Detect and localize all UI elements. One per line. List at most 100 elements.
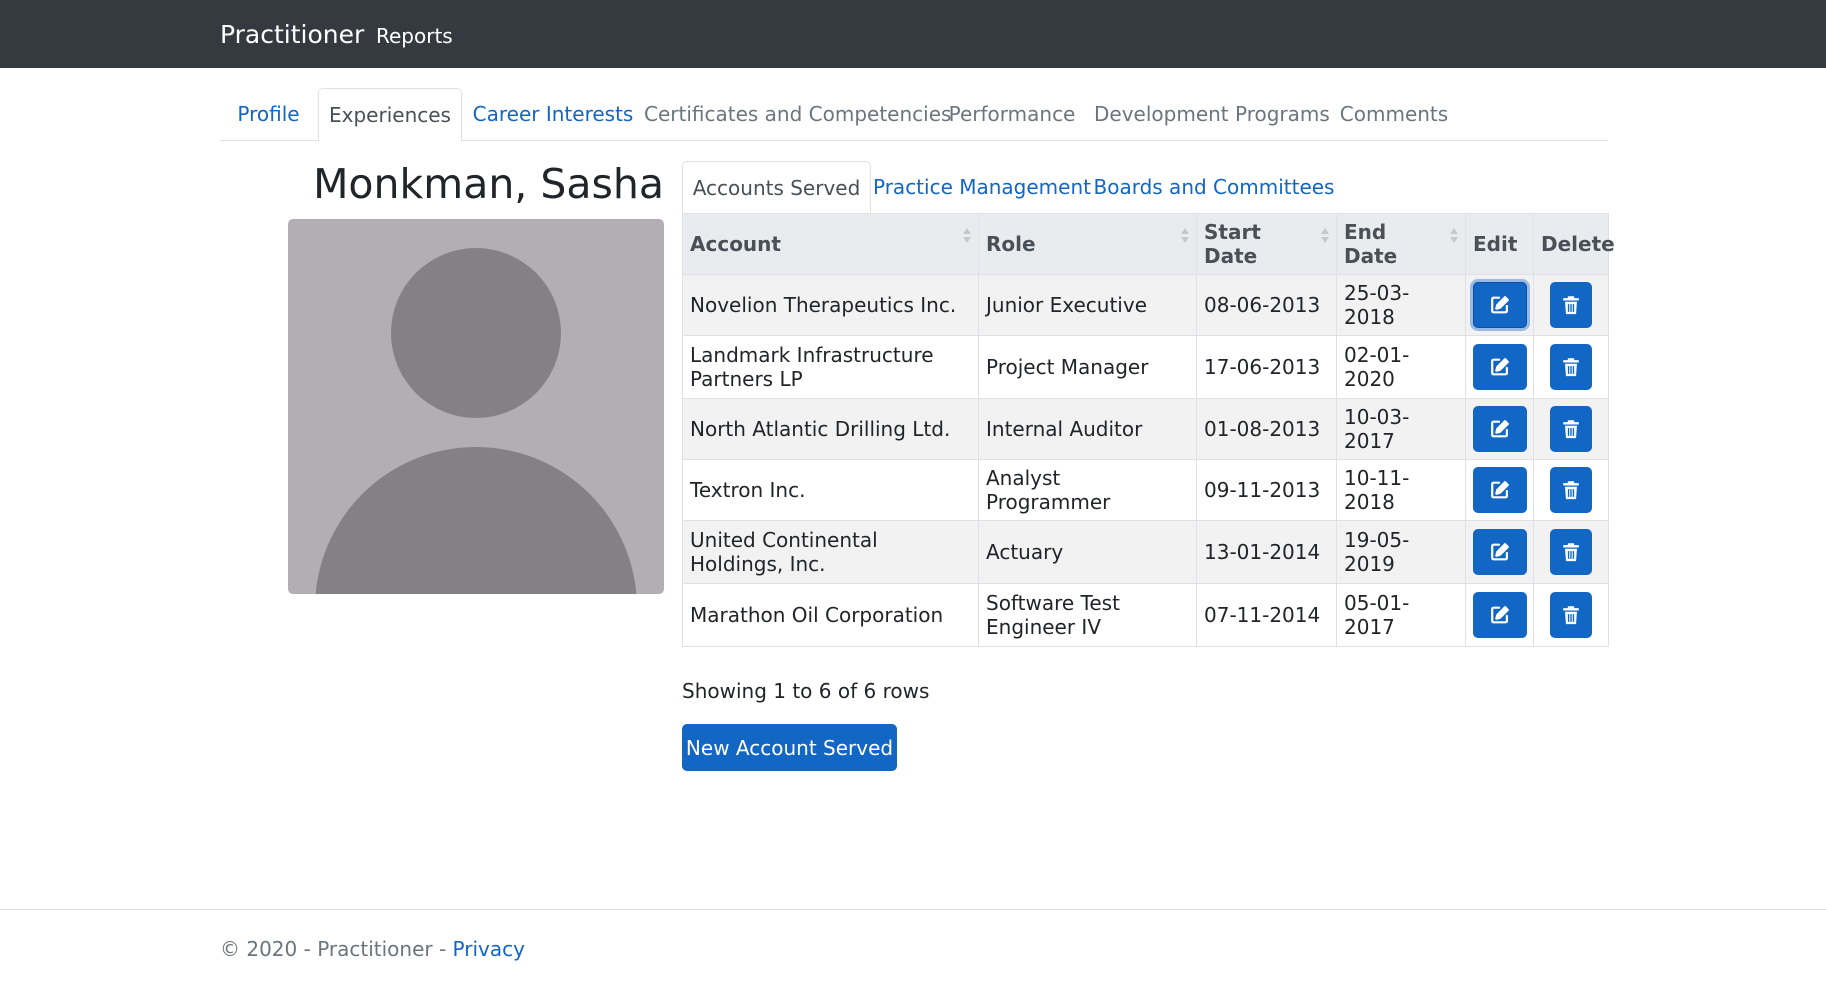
navbar-brand[interactable]: Practitioner bbox=[220, 20, 364, 49]
tab-performance[interactable]: Performance bbox=[942, 88, 1082, 141]
cell-delete bbox=[1533, 459, 1609, 521]
table-row: North Atlantic Drilling Ltd. Internal Aud… bbox=[682, 398, 1609, 460]
subtab-boards-and-committees[interactable]: Boards and Committees bbox=[1093, 161, 1335, 213]
cell-start-date: 01-08-2013 bbox=[1196, 398, 1337, 460]
cell-role: Internal Auditor bbox=[978, 398, 1197, 460]
cell-role: Junior Executive bbox=[978, 274, 1197, 336]
cell-edit bbox=[1465, 520, 1534, 584]
sort-icon bbox=[963, 228, 971, 244]
delete-button[interactable] bbox=[1550, 592, 1592, 638]
person-name-heading: Monkman, Sasha bbox=[313, 160, 664, 208]
cell-delete bbox=[1533, 398, 1609, 460]
cell-end-date: 25-03-2018 bbox=[1336, 274, 1466, 336]
avatar-body-shape bbox=[315, 447, 637, 594]
table-row: Novelion Therapeutics Inc. Junior Executi… bbox=[682, 274, 1609, 336]
new-account-served-button[interactable]: New Account Served bbox=[682, 724, 897, 771]
cell-role: Analyst Programmer bbox=[978, 459, 1197, 521]
edit-icon bbox=[1489, 479, 1511, 501]
cell-start-date: 09-11-2013 bbox=[1196, 459, 1337, 521]
edit-icon bbox=[1489, 356, 1511, 378]
cell-role: Project Manager bbox=[978, 335, 1197, 399]
column-header-label: Start Date bbox=[1204, 220, 1261, 268]
edit-button[interactable] bbox=[1472, 529, 1527, 575]
delete-button[interactable] bbox=[1550, 529, 1592, 575]
sort-icon bbox=[1450, 228, 1458, 244]
edit-button[interactable] bbox=[1472, 406, 1527, 452]
cell-delete bbox=[1533, 583, 1609, 647]
column-header-label: Role bbox=[986, 232, 1036, 256]
cell-account: United Continental Holdings, Inc. bbox=[682, 520, 979, 584]
nav-link-reports[interactable]: Reports bbox=[376, 24, 453, 48]
cell-end-date: 05-01-2017 bbox=[1336, 583, 1466, 647]
trash-icon bbox=[1560, 541, 1582, 563]
avatar-head-shape bbox=[391, 248, 561, 418]
column-header-label: End Date bbox=[1344, 220, 1398, 268]
cell-account: Marathon Oil Corporation bbox=[682, 583, 979, 647]
trash-icon bbox=[1560, 294, 1582, 316]
cell-account: Novelion Therapeutics Inc. bbox=[682, 274, 979, 336]
cell-account: Landmark Infrastructure Partners LP bbox=[682, 335, 979, 399]
copyright-text: © 2020 - Practitioner - bbox=[220, 937, 453, 961]
column-header-start-date[interactable]: Start Date bbox=[1196, 213, 1337, 275]
subtab-practice-management[interactable]: Practice Management bbox=[873, 161, 1091, 213]
trash-icon bbox=[1560, 418, 1582, 440]
table-row: Marathon Oil Corporation Software Test En… bbox=[682, 583, 1609, 647]
footer: © 2020 - Practitioner - Privacy bbox=[0, 909, 1826, 984]
edit-icon bbox=[1489, 541, 1511, 563]
tab-development-programs[interactable]: Development Programs bbox=[1094, 88, 1330, 141]
table-row: Landmark Infrastructure Partners LP Proje… bbox=[682, 335, 1609, 399]
column-header-label: Account bbox=[690, 232, 781, 256]
delete-button[interactable] bbox=[1550, 406, 1592, 452]
cell-end-date: 19-05-2019 bbox=[1336, 520, 1466, 584]
tab-profile[interactable]: Profile bbox=[220, 88, 317, 141]
trash-icon bbox=[1560, 356, 1582, 378]
cell-start-date: 13-01-2014 bbox=[1196, 520, 1337, 584]
subtab-accounts-served[interactable]: Accounts Served bbox=[682, 161, 871, 213]
table-row: Textron Inc. Analyst Programmer 09-11-2013… bbox=[682, 459, 1609, 521]
cell-end-date: 10-03-2017 bbox=[1336, 398, 1466, 460]
edit-button[interactable] bbox=[1472, 282, 1527, 328]
cell-edit bbox=[1465, 274, 1534, 336]
cell-role: Actuary bbox=[978, 520, 1197, 584]
avatar-placeholder bbox=[288, 219, 664, 594]
column-header-edit: Edit bbox=[1465, 213, 1534, 275]
cell-end-date: 02-01-2020 bbox=[1336, 335, 1466, 399]
delete-button[interactable] bbox=[1550, 467, 1592, 513]
edit-icon bbox=[1489, 418, 1511, 440]
tab-certificates-and-competencies[interactable]: Certificates and Competencies bbox=[644, 88, 951, 141]
table-row: United Continental Holdings, Inc. Actuary… bbox=[682, 520, 1609, 584]
column-header-delete: Delete bbox=[1533, 213, 1615, 275]
edit-button[interactable] bbox=[1472, 467, 1527, 513]
main-tabs: Profile Experiences Career Interests Cer… bbox=[220, 88, 1608, 142]
tab-comments[interactable]: Comments bbox=[1332, 88, 1456, 141]
cell-edit bbox=[1465, 335, 1534, 399]
cell-delete bbox=[1533, 274, 1609, 336]
edit-icon bbox=[1489, 604, 1511, 626]
cell-edit bbox=[1465, 459, 1534, 521]
tab-career-interests[interactable]: Career Interests bbox=[464, 88, 642, 141]
delete-button[interactable] bbox=[1550, 344, 1592, 390]
tab-experiences[interactable]: Experiences bbox=[318, 88, 462, 142]
footer-text: © 2020 - Practitioner - Privacy bbox=[220, 937, 525, 961]
table-header-row: Account Role Start Date End Date Edit De… bbox=[682, 213, 1615, 275]
experience-subtabs: Accounts Served Practice Management Boar… bbox=[682, 161, 1608, 213]
privacy-link[interactable]: Privacy bbox=[453, 937, 525, 961]
cell-account: Textron Inc. bbox=[682, 459, 979, 521]
cell-account: North Atlantic Drilling Ltd. bbox=[682, 398, 979, 460]
cell-start-date: 17-06-2013 bbox=[1196, 335, 1337, 399]
cell-end-date: 10-11-2018 bbox=[1336, 459, 1466, 521]
sort-icon bbox=[1321, 228, 1329, 244]
edit-button[interactable] bbox=[1472, 592, 1527, 638]
cell-edit bbox=[1465, 398, 1534, 460]
edit-button[interactable] bbox=[1472, 344, 1527, 390]
column-header-role[interactable]: Role bbox=[978, 213, 1197, 275]
edit-icon bbox=[1489, 294, 1511, 316]
table-body: Novelion Therapeutics Inc. Junior Executi… bbox=[682, 274, 1609, 647]
delete-button[interactable] bbox=[1550, 282, 1592, 328]
pagination-info: Showing 1 to 6 of 6 rows bbox=[682, 679, 930, 703]
cell-start-date: 08-06-2013 bbox=[1196, 274, 1337, 336]
column-header-end-date[interactable]: End Date bbox=[1336, 213, 1466, 275]
column-header-account[interactable]: Account bbox=[682, 213, 979, 275]
cell-delete bbox=[1533, 520, 1609, 584]
sort-icon bbox=[1181, 228, 1189, 244]
